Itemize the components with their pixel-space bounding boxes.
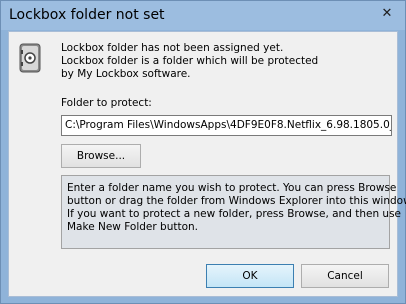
cancel-button[interactable]: Cancel	[301, 264, 389, 288]
folder-path-input[interactable]: C:\Program Files\WindowsApps\4DF9E0F8.Ne…	[61, 115, 392, 136]
window-title: Lockbox folder not set	[9, 7, 165, 23]
dialog-body: Lockbox folder has not been assigned yet…	[8, 31, 406, 297]
title-bar[interactable]: Lockbox folder not set ✕	[1, 1, 405, 30]
message-line: Lockbox folder has not been assigned yet…	[61, 42, 284, 54]
message-text: Lockbox folder has not been assigned yet…	[61, 42, 318, 81]
lockbox-safe-icon	[19, 43, 41, 73]
dialog-window: Lockbox folder not set ✕ Lockbox folder …	[0, 0, 406, 304]
hint-line: Enter a folder name you wish to protect.…	[67, 182, 397, 194]
hint-line: Make New Folder button.	[67, 221, 198, 233]
message-line: by My Lockbox software.	[61, 68, 191, 80]
hint-line: button or drag the folder from Windows E…	[67, 195, 406, 207]
hint-panel: Enter a folder name you wish to protect.…	[61, 175, 406, 249]
ok-button[interactable]: OK	[206, 264, 294, 288]
close-icon: ✕	[381, 5, 393, 21]
folder-label: Folder to protect:	[61, 97, 152, 109]
hint-line: If you want to protect a new folder, pre…	[67, 208, 402, 220]
browse-button[interactable]: Browse...	[61, 144, 141, 168]
message-line: Lockbox folder is a folder which will be…	[61, 55, 319, 67]
close-button[interactable]: ✕	[375, 3, 399, 23]
